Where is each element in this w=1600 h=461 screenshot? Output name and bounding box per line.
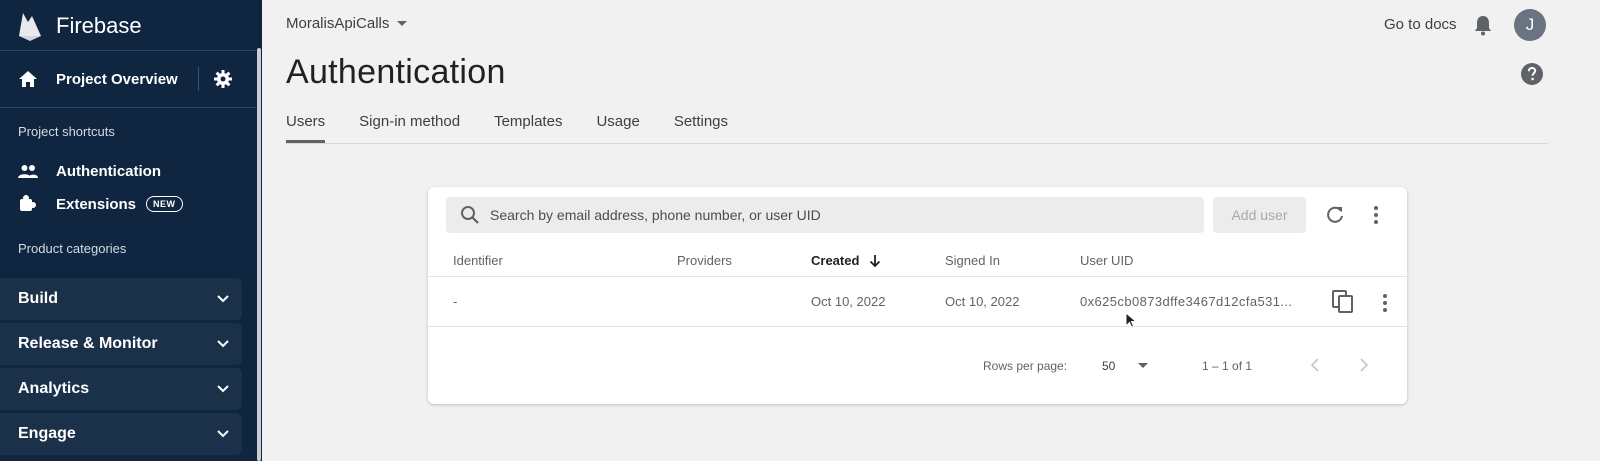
column-header-identifier[interactable]: Identifier [453, 253, 503, 268]
tab-settings[interactable]: Settings [674, 113, 728, 143]
tab-usage[interactable]: Usage [596, 113, 639, 143]
tabs-divider [286, 143, 1548, 144]
tab-templates[interactable]: Templates [494, 113, 562, 143]
pagination-range: 1 – 1 of 1 [1202, 359, 1253, 373]
overview-separator [198, 67, 199, 91]
arrow-down-icon [870, 254, 881, 267]
refresh-icon[interactable] [1324, 204, 1346, 226]
go-to-docs-link[interactable]: Go to docs [1384, 16, 1457, 33]
project-selector[interactable]: MoralisApiCalls [286, 15, 408, 32]
sidebar: Firebase Project Overview Project shortc… [0, 0, 262, 461]
caret-down-icon [397, 21, 408, 26]
more-vert-icon[interactable] [1372, 204, 1380, 226]
people-icon [18, 165, 38, 178]
category-label: Build [18, 290, 58, 307]
category-release-monitor[interactable]: Release & Monitor [0, 323, 242, 365]
table-header-divider [428, 276, 1407, 277]
brand-name: Firebase [56, 13, 142, 38]
cell-signed-in: Oct 10, 2022 [945, 294, 1020, 309]
column-header-user-uid[interactable]: User UID [1080, 253, 1133, 268]
chevron-down-icon [217, 340, 229, 348]
gear-icon[interactable] [213, 69, 233, 89]
project-overview-link[interactable]: Project Overview [18, 66, 240, 92]
column-header-label: Created [811, 253, 860, 268]
chevron-left-icon[interactable] [1310, 358, 1320, 372]
mouse-cursor-icon [1125, 312, 1137, 329]
search-icon [461, 206, 479, 224]
firebase-brand[interactable]: Firebase [16, 8, 142, 44]
project-overview-label: Project Overview [56, 70, 178, 88]
help-icon[interactable] [1520, 62, 1544, 86]
column-header-providers[interactable]: Providers [677, 253, 732, 268]
category-engage[interactable]: Engage [0, 413, 242, 455]
column-header-signed-in[interactable]: Signed In [945, 253, 1000, 268]
category-label: Analytics [18, 380, 90, 397]
product-categories-label: Product categories [18, 241, 127, 256]
table-footer-divider [428, 326, 1407, 327]
rows-per-page-label: Rows per page: [983, 359, 1068, 373]
category-build[interactable]: Build [0, 278, 242, 320]
sidebar-item-authentication[interactable]: Authentication [18, 159, 161, 183]
firebase-logo-icon [19, 13, 41, 41]
chevron-down-icon [217, 295, 229, 303]
search-box[interactable] [446, 197, 1204, 233]
category-label: Release & Monitor [18, 335, 158, 352]
sidebar-scrollbar[interactable] [257, 48, 261, 461]
tab-sign-in-method[interactable]: Sign-in method [359, 113, 460, 143]
category-analytics[interactable]: Analytics [0, 368, 242, 410]
cell-created: Oct 10, 2022 [811, 294, 886, 309]
sidebar-divider [0, 107, 256, 108]
more-vert-icon[interactable] [1381, 292, 1389, 314]
chevron-right-icon[interactable] [1359, 358, 1369, 372]
sidebar-divider [0, 50, 256, 51]
new-badge: NEW [146, 196, 183, 212]
add-user-button[interactable]: Add user [1213, 197, 1306, 233]
sidebar-item-label: Authentication [56, 162, 161, 180]
search-input[interactable] [490, 207, 1190, 223]
tab-users[interactable]: Users [286, 113, 326, 143]
rows-per-page-select[interactable]: 50 [1102, 359, 1115, 373]
category-label: Engage [18, 425, 76, 442]
users-card: Add user Identifier Providers Created Si… [428, 187, 1407, 404]
page-title: Authentication [286, 53, 506, 91]
copy-icon[interactable] [1332, 290, 1354, 314]
caret-down-icon[interactable] [1138, 363, 1148, 368]
sidebar-item-extensions[interactable]: Extensions NEW [18, 192, 183, 216]
column-header-created[interactable]: Created [811, 253, 881, 268]
home-icon [19, 71, 37, 87]
extensions-icon [20, 195, 36, 211]
bell-icon[interactable] [1473, 14, 1493, 36]
cell-user-uid: 0x625cb0873dffe3467d12cfa531... [1080, 294, 1293, 309]
project-shortcuts-label: Project shortcuts [18, 124, 115, 139]
project-name: MoralisApiCalls [286, 15, 390, 32]
chevron-down-icon [217, 430, 229, 438]
cell-identifier: - [453, 294, 458, 309]
chevron-down-icon [217, 385, 229, 393]
avatar[interactable]: J [1514, 9, 1546, 41]
tab-bar: Users Sign-in method Templates Usage Set… [286, 113, 728, 143]
sidebar-item-label: Extensions [56, 195, 137, 213]
